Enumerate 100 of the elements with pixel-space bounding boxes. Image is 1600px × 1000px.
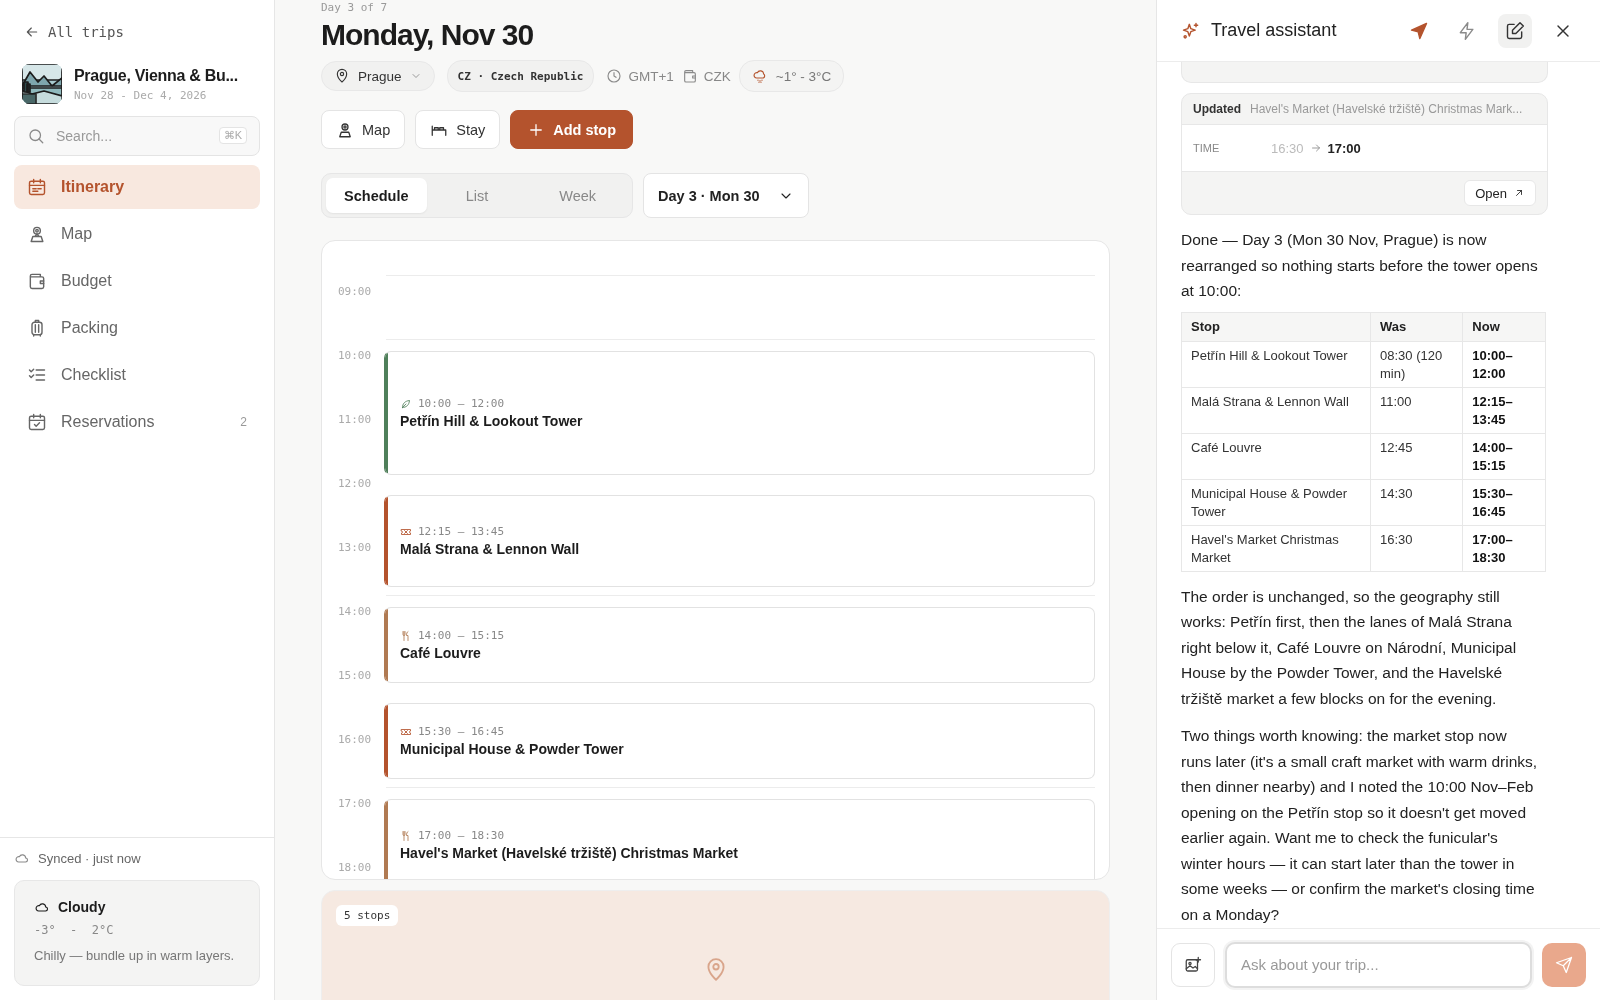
back-link[interactable]: All trips [14, 24, 124, 40]
table-cell: 17:00–18:30 [1462, 525, 1546, 571]
event-title: Municipal House & Powder Tower [400, 741, 625, 757]
send-icon [1555, 955, 1573, 974]
table-cell: 16:30 [1370, 525, 1463, 571]
day-picker[interactable]: Day 3 · Mon 30 [643, 173, 809, 218]
nav-item[interactable]: Budget [14, 259, 260, 303]
wallet-icon [27, 271, 47, 291]
event-title: Café Louvre [400, 645, 482, 661]
event-title: Havel's Market (Havelské tržiště) Christmas Market [400, 845, 739, 861]
nav-item[interactable]: Map [14, 212, 260, 256]
hour-label: 15:00 [338, 668, 373, 682]
panel-title: Travel assistant [1211, 20, 1337, 41]
temperature-range: -3° - 2°C [34, 923, 115, 937]
hour-label: 18:00 [338, 860, 373, 874]
nav-item[interactable]: Checklist [14, 353, 260, 397]
new-chat-button[interactable] [1498, 13, 1532, 48]
event-card[interactable]: 14:00 – 15:15 Café Louvre [384, 607, 1095, 683]
event-title: Petřín Hill & Lookout Tower [400, 413, 584, 429]
update-subject: Havel's Market (Havelské tržiště) Christmas Mark... [1250, 102, 1523, 116]
assistant-message: Done — Day 3 (Mon 30 Nov, Prague) is now rearranged so nothing starts before the tower opens at 10:00: [1181, 230, 1539, 301]
table-cell: Malá Strana & Lennon Wall [1181, 387, 1371, 433]
wallet-icon [681, 68, 698, 84]
update-status: Updated [1193, 102, 1241, 116]
weather-note: Chilly — bundle up in warm layers. [34, 947, 236, 965]
leaf-icon [400, 397, 412, 410]
event-time: 10:00 – 12:00 [418, 397, 505, 410]
timezone-label: GMT+1 [628, 68, 674, 84]
stay-button[interactable]: Stay [415, 110, 501, 149]
city-dropdown[interactable]: Prague [321, 61, 435, 91]
assistant-message: Two things worth knowing: the market stop now runs later (it's a small craft market with warm drinks, then dinner nearby) and I noted the 10:00 Nov–Feb opening on the Petřín stop so it doesn't get moved earlier again. Want me to check the funicular's winter hours — it can start later than the tower in some weeks — or confirm the market's closing time on a Monday? [1181, 726, 1539, 925]
nav-item[interactable]: Packing [14, 306, 260, 350]
table-cell: 11:00 [1370, 387, 1463, 433]
clock-icon [606, 68, 623, 84]
nav-item[interactable]: Itinerary [14, 165, 260, 209]
back-arrow-icon [24, 24, 40, 40]
add-stop-button[interactable]: Add stop [510, 110, 634, 149]
event-card[interactable]: 12:15 – 13:45 Malá Strana & Lennon Wall [384, 495, 1095, 587]
pin-icon [334, 68, 350, 84]
image-add-icon [1184, 955, 1202, 974]
hour-label: 10:00 [338, 348, 373, 362]
table-cell: 08:30 (120 min) [1370, 341, 1463, 387]
external-arrow-icon [1513, 187, 1525, 199]
hour-label: 12:00 [338, 476, 373, 490]
event-title: Malá Strana & Lennon Wall [400, 541, 581, 557]
new-value: 17:00 [1327, 140, 1361, 156]
hour-label: 17:00 [338, 796, 373, 810]
nav-item[interactable]: Reservations 2 [14, 400, 260, 444]
currency-label: CZK [703, 68, 731, 84]
event-card[interactable]: 17:00 – 18:30 Havel's Market (Havelské tržiště) Christmas Market [384, 799, 1095, 879]
event-card[interactable]: 15:30 – 16:45 Municipal House & Powder Tower [384, 703, 1095, 779]
event-time: 15:30 – 16:45 [418, 725, 505, 738]
navigation-arrow-icon [1409, 20, 1429, 41]
table-cell: Havel's Market Christmas Market [1181, 525, 1371, 571]
open-button[interactable]: Open [1464, 180, 1536, 206]
table-cell: Petřín Hill & Lookout Tower [1181, 341, 1371, 387]
attach-image-button[interactable] [1171, 942, 1215, 987]
day-title: Monday, Nov 30 [321, 18, 535, 52]
table-cell: Café Louvre [1181, 433, 1371, 479]
stops-count: 5 stops [336, 905, 399, 926]
map-button[interactable]: Map [321, 110, 406, 149]
column-header: Was [1370, 312, 1463, 341]
calendar-check-icon [27, 412, 47, 432]
event-time: 17:00 – 18:30 [418, 829, 505, 842]
arrow-right-icon [1309, 142, 1322, 154]
trip-title: Prague, Vienna & Bu... [74, 66, 238, 85]
hour-label: 09:00 [338, 284, 373, 298]
column-header: Stop [1181, 312, 1371, 341]
search-icon [27, 127, 45, 145]
view-tab[interactable]: Schedule [326, 178, 427, 213]
column-header: Now [1462, 312, 1546, 341]
hour-label: 11:00 [338, 412, 373, 426]
sync-status: Synced · just now [38, 850, 141, 866]
event-card[interactable]: 10:00 – 12:00 Petřín Hill & Lookout Tower [384, 351, 1095, 475]
field-label: TIME [1193, 142, 1221, 154]
country-chip: CZ · Czech Republic [446, 60, 595, 92]
hour-label: 13:00 [338, 540, 373, 554]
trip-dates: Nov 28 - Dec 4, 2026 [74, 88, 208, 102]
old-value: 16:30 [1271, 140, 1304, 156]
hour-label: 14:00 [338, 604, 373, 618]
sparkle-icon [1181, 20, 1201, 41]
message-input[interactable]: Ask about your trip... [1225, 941, 1532, 988]
weather-title: Cloudy [58, 899, 106, 915]
table-cell: 12:15–13:45 [1462, 387, 1546, 433]
weather-chip: ~1° - 3°C [738, 60, 845, 92]
edit-icon [1505, 20, 1525, 41]
day-counter: Day 3 of 7 [321, 2, 389, 14]
map-person-icon [336, 120, 354, 139]
snow-cloud-icon [751, 68, 768, 84]
event-time: 12:15 – 13:45 [418, 525, 505, 538]
calendar-icon [27, 177, 47, 197]
shortcut-hint: ⌘K [218, 127, 247, 144]
table-cell: 14:30 [1370, 479, 1463, 525]
table-cell: Municipal House & Powder Tower [1181, 479, 1371, 525]
back-link-label: All trips [48, 24, 124, 40]
hour-label: 16:00 [338, 732, 373, 746]
table-cell: 10:00–12:00 [1462, 341, 1546, 387]
table-cell: 15:30–16:45 [1462, 479, 1546, 525]
fork-knife-icon [400, 629, 412, 642]
event-time: 14:00 – 15:15 [418, 629, 505, 642]
